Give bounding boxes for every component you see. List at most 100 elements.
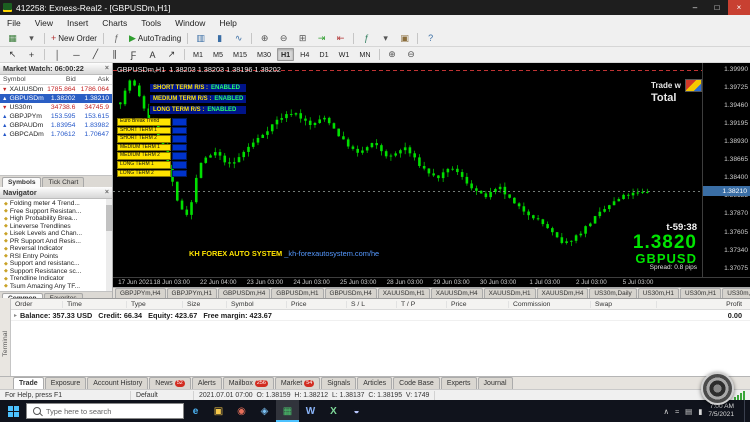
close-button[interactable]: × bbox=[728, 0, 750, 15]
chart-tab-us30m-h1[interactable]: US30m,H1 bbox=[722, 288, 750, 298]
navigator-scrollbar[interactable] bbox=[106, 199, 112, 291]
new-order-button[interactable]: +New Order bbox=[49, 31, 99, 46]
terminal-tab-account-history[interactable]: Account History bbox=[87, 377, 148, 389]
timeframe-d1[interactable]: D1 bbox=[315, 48, 332, 61]
menu-item-help[interactable]: Help bbox=[212, 18, 243, 28]
terminal-tab-exposure[interactable]: Exposure bbox=[45, 377, 87, 389]
terminal-tab-experts[interactable]: Experts bbox=[441, 377, 477, 389]
menu-item-insert[interactable]: Insert bbox=[60, 18, 95, 28]
taskbar-clock[interactable]: 7:00 AM 7/5/2021 bbox=[708, 403, 738, 419]
chart-tab-us30m-h1[interactable]: US30m,H1 bbox=[638, 288, 679, 298]
terminal-tab-trade[interactable]: Trade bbox=[13, 377, 44, 389]
menu-item-window[interactable]: Window bbox=[168, 18, 212, 28]
timeframe-m30[interactable]: M30 bbox=[253, 48, 275, 61]
notification-center-button[interactable] bbox=[744, 400, 750, 422]
tray-expand-icon[interactable]: ∧ bbox=[663, 407, 669, 416]
terminal-tab-journal[interactable]: Journal bbox=[478, 377, 513, 389]
mt4-taskbar-icon[interactable]: ▦ bbox=[276, 400, 299, 422]
price-axis[interactable]: 1.399901.397251.394601.391951.389301.386… bbox=[702, 63, 750, 277]
fibonacci-icon[interactable]: Ƒ bbox=[125, 47, 142, 62]
market-watch-row-gbpusdm[interactable]: ▲GBPUSDm1.382021.38210 bbox=[0, 94, 112, 103]
chart-window[interactable]: GBPUSDm,H1 1.38203 1.38203 1.38196 1.382… bbox=[113, 63, 750, 287]
navigator-item[interactable]: ◆Support Resistance sc... bbox=[0, 268, 112, 276]
status-profile[interactable]: Default bbox=[131, 391, 194, 400]
screen-capture-overlay-button[interactable] bbox=[701, 372, 734, 405]
crosshair-icon[interactable]: + bbox=[23, 47, 40, 62]
maximize-button[interactable]: □ bbox=[706, 0, 728, 15]
file-explorer-icon[interactable]: ▣ bbox=[207, 400, 230, 422]
chart-tab-xauusdm-h1[interactable]: XAUUSDm,H1 bbox=[378, 288, 430, 298]
navigator-item[interactable]: ◆Lisek Levels and Chan... bbox=[0, 230, 112, 238]
market-watch-tab-symbols[interactable]: Symbols bbox=[2, 177, 41, 187]
chart-tab-gbpusdm-h4[interactable]: GBPUSDm,H4 bbox=[218, 288, 270, 298]
start-button[interactable] bbox=[0, 400, 26, 422]
navigator-item[interactable]: ◆Lineverse Trendlines bbox=[0, 223, 112, 231]
arrow-tool-icon[interactable]: ↗ bbox=[163, 47, 180, 62]
zoom-in-icon-2[interactable]: ⊕ bbox=[384, 47, 401, 62]
indicators-icon[interactable]: ƒ bbox=[358, 31, 375, 46]
terminal-tab-market[interactable]: Market54 bbox=[275, 377, 320, 389]
minimize-button[interactable]: – bbox=[684, 0, 706, 15]
terminal-tab-articles[interactable]: Articles bbox=[357, 377, 392, 389]
chrome-icon[interactable]: ◉ bbox=[230, 400, 253, 422]
network-icon[interactable]: ▤ bbox=[685, 407, 692, 416]
navigator-item[interactable]: ◆Reversal Indicator bbox=[0, 245, 112, 253]
timeframe-h1[interactable]: H1 bbox=[277, 48, 294, 61]
store-icon[interactable]: ◈ bbox=[253, 400, 276, 422]
timeframe-m15[interactable]: M15 bbox=[229, 48, 251, 61]
chart-tab-gbpusdm-h1[interactable]: GBPUSDm,H1 bbox=[271, 288, 323, 298]
zoom-out-icon[interactable]: ⊖ bbox=[275, 31, 292, 46]
navigator-item[interactable]: ◆Folding meter 4 Trend... bbox=[0, 200, 112, 208]
menu-item-file[interactable]: File bbox=[0, 18, 28, 28]
word-icon[interactable]: W bbox=[299, 400, 322, 422]
chart-tab-us30m-daily[interactable]: US30m,Daily bbox=[589, 288, 636, 298]
market-watch-row-xauusdm[interactable]: ▼XAUUSDm1785.8641786.064 bbox=[0, 85, 112, 94]
chart-tab-xauusdm-h1[interactable]: XAUUSDm,H1 bbox=[484, 288, 536, 298]
vertical-line-icon[interactable]: │ bbox=[49, 47, 66, 62]
timeframe-h4[interactable]: H4 bbox=[296, 48, 313, 61]
menu-item-charts[interactable]: Charts bbox=[95, 18, 134, 28]
navigator-item[interactable]: ◆PR Support And Resis... bbox=[0, 238, 112, 246]
terminal-tab-code-base[interactable]: Code Base bbox=[393, 377, 440, 389]
timeframe-w1[interactable]: W1 bbox=[335, 48, 354, 61]
navigator-item[interactable]: ◆Support and resistanc... bbox=[0, 260, 112, 268]
terminal-tab-alerts[interactable]: Alerts bbox=[192, 377, 222, 389]
auto-scroll-icon[interactable]: ⇥ bbox=[313, 31, 330, 46]
chart-tab-xauusdm-h4[interactable]: XAUUSDm,H4 bbox=[537, 288, 589, 298]
timeframe-m5[interactable]: M5 bbox=[209, 48, 227, 61]
onedrive-icon[interactable]: ≈ bbox=[675, 407, 679, 416]
zoom-out-icon-2[interactable]: ⊖ bbox=[403, 47, 420, 62]
terminal-tab-mailbox[interactable]: Mailbox256 bbox=[223, 377, 274, 389]
help-icon[interactable]: ? bbox=[422, 31, 439, 46]
expert-advisors-icon[interactable]: ƒ bbox=[108, 31, 125, 46]
market-watch-tab-tick-chart[interactable]: Tick Chart bbox=[42, 177, 84, 187]
bar-chart-icon[interactable]: ▥ bbox=[192, 31, 209, 46]
candlestick-chart-icon[interactable]: ▮ bbox=[211, 31, 228, 46]
brand-link[interactable]: _kh-forexautosystem.com/he bbox=[282, 249, 379, 258]
text-tool-icon[interactable]: A bbox=[144, 47, 161, 62]
cursor-icon[interactable]: ↖ bbox=[4, 47, 21, 62]
chart-tab-xauusdm-h4[interactable]: XAUUSDm,H4 bbox=[431, 288, 483, 298]
chart-profile-dropdown-icon[interactable]: ▾ bbox=[23, 31, 40, 46]
terminal-tab-signals[interactable]: Signals bbox=[321, 377, 356, 389]
timeframe-m1[interactable]: M1 bbox=[189, 48, 207, 61]
autotrading-button[interactable]: ▶AutoTrading bbox=[127, 31, 183, 46]
market-watch-close-icon[interactable]: × bbox=[105, 65, 109, 72]
chart-shift-icon[interactable]: ⇤ bbox=[332, 31, 349, 46]
periods-dropdown-icon[interactable]: ▾ bbox=[377, 31, 394, 46]
channel-icon[interactable]: ∥ bbox=[106, 47, 123, 62]
trendline-icon[interactable]: ╱ bbox=[87, 47, 104, 62]
horizontal-line-icon[interactable]: ─ bbox=[68, 47, 85, 62]
market-watch-row-gbpjpym[interactable]: ▲GBPJPYm153.595153.615 bbox=[0, 112, 112, 121]
line-chart-icon[interactable]: ∿ bbox=[230, 31, 247, 46]
navigator-item[interactable]: ◆RSI Entry Points bbox=[0, 253, 112, 261]
navigator-item[interactable]: ◆Trendline Indicator bbox=[0, 275, 112, 283]
menu-item-view[interactable]: View bbox=[28, 18, 60, 28]
navigator-item[interactable]: ◆Free Support Resistan... bbox=[0, 208, 112, 216]
excel-icon[interactable]: X bbox=[322, 400, 345, 422]
mail-icon[interactable]: ◒ bbox=[345, 400, 368, 422]
timeframe-mn[interactable]: MN bbox=[355, 48, 374, 61]
navigator-close-icon[interactable]: × bbox=[105, 189, 109, 196]
navigator-item[interactable]: ◆High Probability Brea... bbox=[0, 215, 112, 223]
chart-tab-gbpjpym-h1[interactable]: GBPJPYm,H1 bbox=[167, 288, 218, 298]
